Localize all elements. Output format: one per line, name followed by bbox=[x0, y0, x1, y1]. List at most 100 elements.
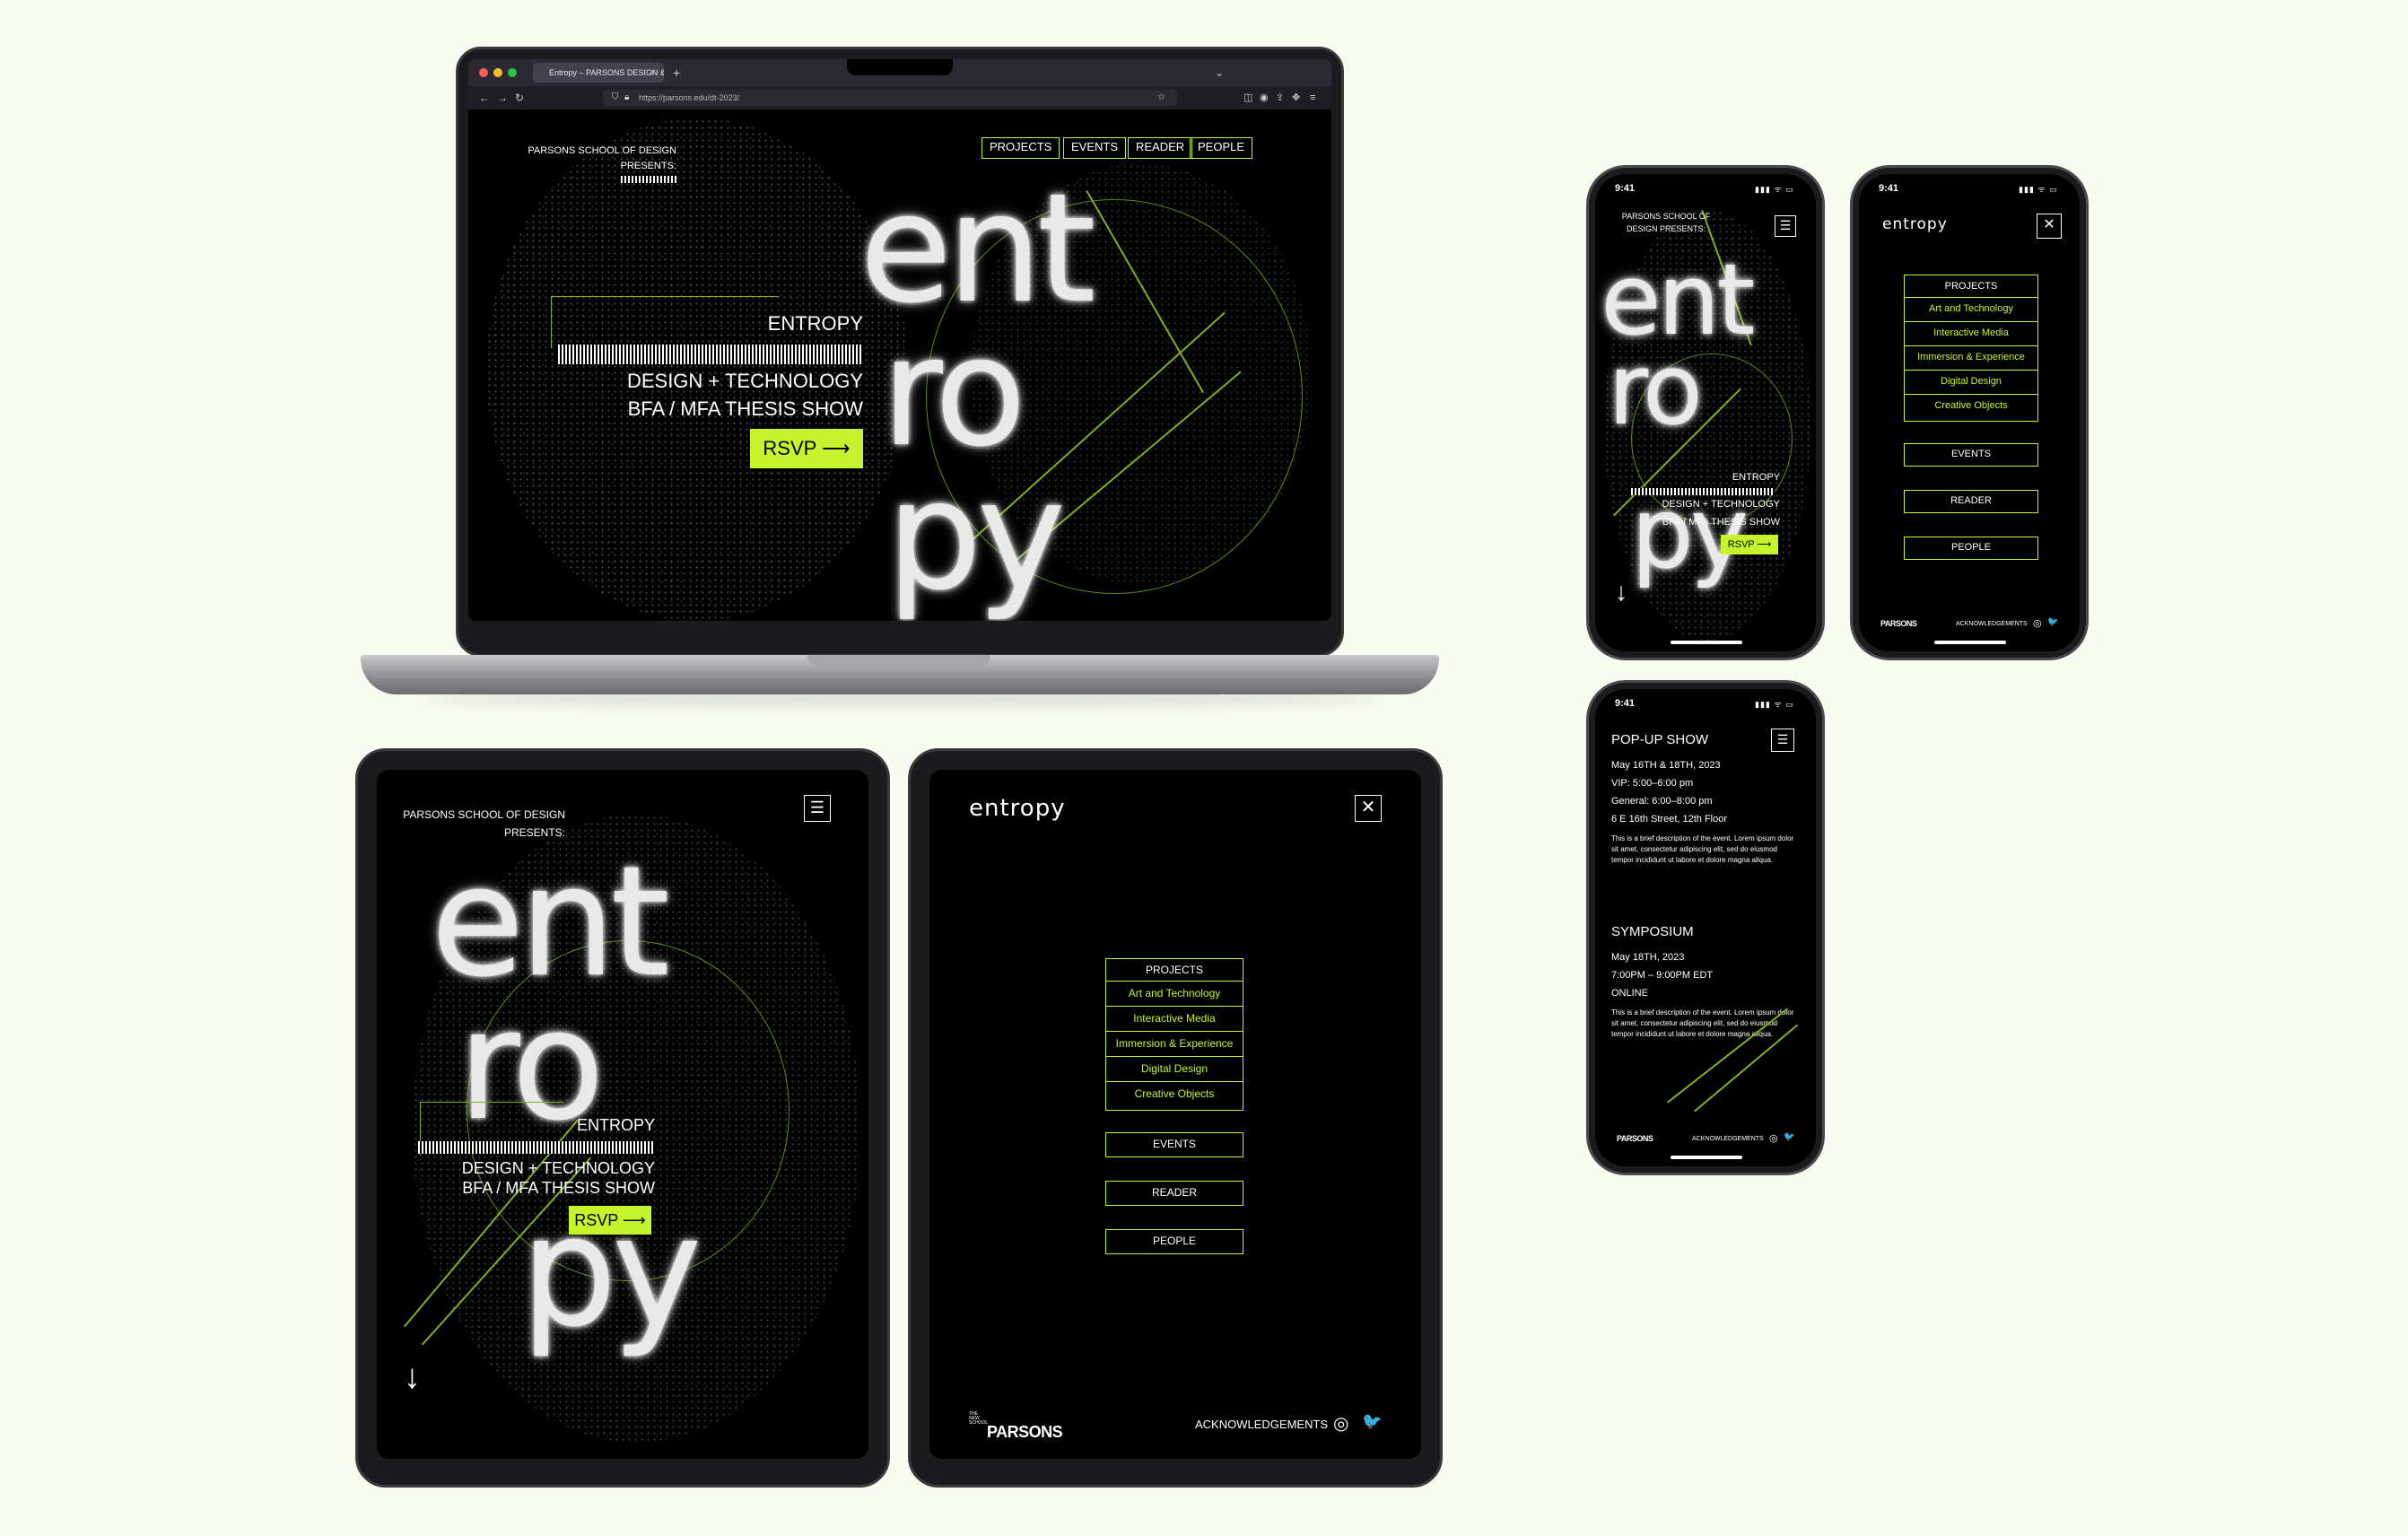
event-time: VIP: 5:00–6:00 pm bbox=[1611, 778, 1694, 789]
acknowledgements-link[interactable]: ACKNOWLEDGEMENTS bbox=[1195, 1418, 1328, 1431]
hamburger-icon[interactable]: ☰ bbox=[804, 795, 831, 822]
website-hero: PARSONS SCHOOL OF DESIGN PRESENTS: PROJE… bbox=[468, 109, 1331, 621]
menu-projects[interactable]: PROJECTS bbox=[1905, 275, 2037, 297]
acknowledgements-link[interactable]: ACKNOWLEDGEMENTS bbox=[1692, 1136, 1764, 1142]
menu-events[interactable]: EVENTS bbox=[1105, 1132, 1243, 1157]
forward-icon[interactable]: → bbox=[497, 86, 508, 109]
shield-icon[interactable]: ⛉ bbox=[612, 90, 619, 106]
presenter-text: PARSONS SCHOOL OF DESIGN PRESENTS: bbox=[522, 144, 676, 174]
hatch-bar bbox=[621, 176, 676, 183]
menu-events[interactable]: EVENTS bbox=[1904, 443, 2038, 467]
bookmark-star-icon[interactable]: ☆ bbox=[1157, 90, 1165, 106]
status-icons: ▮▮▮ ᯤ ▭ bbox=[2019, 185, 2058, 194]
rsvp-label: RSVP bbox=[1727, 539, 1755, 550]
puzzle-icon[interactable]: ✥ bbox=[1292, 86, 1300, 109]
reload-icon[interactable]: ↻ bbox=[515, 86, 524, 109]
new-tab-icon[interactable]: + bbox=[673, 63, 680, 83]
menu-interactive-media[interactable]: Interactive Media bbox=[1905, 321, 2037, 345]
twitter-icon[interactable]: 🐦 bbox=[1784, 1132, 1794, 1142]
menu-digital-design[interactable]: Digital Design bbox=[1106, 1056, 1243, 1081]
menu-immersion-experience[interactable]: Immersion & Experience bbox=[1905, 345, 2037, 370]
menu-icon[interactable]: ≡ bbox=[1310, 86, 1315, 109]
extension-icon[interactable]: ◉ bbox=[1260, 86, 1269, 109]
window-close-dot[interactable] bbox=[479, 68, 488, 77]
menu-interactive-media[interactable]: Interactive Media bbox=[1106, 1006, 1243, 1031]
nav-people[interactable]: PEOPLE bbox=[1190, 137, 1253, 159]
event-time: General: 6:00–8:00 pm bbox=[1611, 796, 1713, 807]
close-icon[interactable]: ✕ bbox=[2037, 214, 2062, 239]
hero-title: ENTROPY bbox=[576, 1116, 655, 1134]
acknowledgements-link[interactable]: ACKNOWLEDGEMENTS bbox=[1956, 621, 2028, 627]
twitter-icon[interactable]: 🐦 bbox=[1362, 1412, 1382, 1431]
share-icon[interactable]: ⇪ bbox=[1276, 86, 1284, 109]
arrow-right-icon: ⟶ bbox=[822, 437, 851, 459]
menu-people[interactable]: PEOPLE bbox=[1105, 1229, 1243, 1254]
address-bar[interactable]: https://parsons.edu/dt-2023/ bbox=[603, 90, 1177, 106]
nav-projects[interactable]: PROJECTS bbox=[982, 137, 1060, 159]
entropy-logo[interactable]: entropy bbox=[1882, 215, 1948, 233]
entropy-wordmark-art: py bbox=[886, 448, 1066, 621]
close-icon[interactable]: ✕ bbox=[1355, 795, 1382, 822]
nav-events[interactable]: EVENTS bbox=[1063, 137, 1127, 159]
menu-art-and-technology[interactable]: Art and Technology bbox=[1905, 297, 2037, 321]
twitter-icon[interactable]: 🐦 bbox=[2047, 617, 2058, 627]
instagram-icon[interactable]: ◎ bbox=[2033, 617, 2042, 629]
projects-menu-group: PROJECTS Art and Technology Interactive … bbox=[1105, 958, 1243, 1111]
presenter-line: PARSONS SCHOOL OF DESIGN bbox=[403, 808, 565, 821]
arrow-right-icon: ⟶ bbox=[1757, 539, 1772, 550]
entropy-wordmark-art: ent bbox=[431, 833, 670, 1011]
menu-projects[interactable]: PROJECTS bbox=[1106, 959, 1243, 981]
event-title: SYMPOSIUM bbox=[1611, 924, 1694, 939]
menu-reader[interactable]: READER bbox=[1105, 1181, 1243, 1206]
chevron-down-icon[interactable]: ⌄ bbox=[1215, 63, 1224, 83]
menu-reader[interactable]: READER bbox=[1904, 490, 2038, 513]
menu-digital-design[interactable]: Digital Design bbox=[1905, 370, 2037, 394]
tab-close-icon[interactable]: × bbox=[650, 63, 655, 83]
menu-people[interactable]: PEOPLE bbox=[1904, 537, 2038, 560]
back-icon[interactable]: ← bbox=[479, 86, 490, 109]
entropy-logo[interactable]: entropy bbox=[969, 795, 1066, 822]
menu-creative-objects[interactable]: Creative Objects bbox=[1905, 394, 2037, 418]
hero-title: ENTROPY bbox=[767, 312, 863, 335]
tablet-screen-hero: PARSONS SCHOOL OF DESIGN PRESENTS: ☰ ent… bbox=[377, 770, 868, 1459]
instagram-icon[interactable]: ◎ bbox=[1333, 1412, 1348, 1435]
rsvp-button[interactable]: RSVP ⟶ bbox=[569, 1206, 651, 1235]
lock-icon[interactable]: 🔒︎ bbox=[624, 90, 629, 106]
scroll-down-arrow-icon[interactable]: ↓ bbox=[404, 1358, 421, 1397]
parsons-logo[interactable]: PARSONS bbox=[1880, 619, 1917, 628]
menu-art-and-technology[interactable]: Art and Technology bbox=[1106, 981, 1243, 1006]
hero-subtitle: BFA / MFA THESIS SHOW bbox=[627, 397, 863, 420]
menu-creative-objects[interactable]: Creative Objects bbox=[1106, 1081, 1243, 1106]
entropy-wordmark-art: ro bbox=[1608, 332, 1703, 447]
presenter-text: PARSONS SCHOOL OF DESIGN PRESENTS: bbox=[1608, 210, 1724, 235]
nav-reader[interactable]: READER bbox=[1128, 137, 1193, 159]
status-time: 9:41 bbox=[1615, 698, 1636, 709]
event-date: May 16TH & 18TH, 2023 bbox=[1611, 760, 1721, 771]
scroll-down-arrow-icon[interactable]: ↓ bbox=[1615, 578, 1627, 607]
rsvp-button[interactable]: RSVP ⟶ bbox=[1721, 535, 1778, 554]
camera-notch bbox=[847, 59, 953, 75]
phone-screen-menu: 9:41 ▮▮▮ ᯤ ▭ entropy ✕ PROJECTS Art and … bbox=[1859, 174, 2080, 651]
parsons-logo[interactable]: PARSONS bbox=[987, 1423, 1063, 1442]
instagram-icon[interactable]: ◎ bbox=[1769, 1132, 1778, 1144]
parsons-logo[interactable]: PARSONS bbox=[1617, 1134, 1653, 1143]
window-minimize-dot[interactable] bbox=[493, 68, 502, 77]
menu-immersion-experience[interactable]: Immersion & Experience bbox=[1106, 1031, 1243, 1056]
browser-tab[interactable]: Entropy – PARSONS DESIGN & bbox=[533, 63, 664, 83]
home-indicator bbox=[1671, 641, 1742, 644]
laptop-trackpad-notch bbox=[807, 655, 990, 668]
tablet-screen-menu: entropy ✕ PROJECTS Art and Technology In… bbox=[929, 770, 1421, 1459]
hero-title: ENTROPY bbox=[1732, 472, 1780, 483]
hatch-bar bbox=[558, 345, 863, 364]
event-card: POP-UP SHOW May 16TH & 18TH, 2023 VIP: 5… bbox=[1611, 732, 1800, 866]
event-description: This is a brief description of the event… bbox=[1611, 1008, 1794, 1038]
hero-subtitle: DESIGN + TECHNOLOGY bbox=[461, 1159, 655, 1177]
presenter-line: PRESENTS: bbox=[620, 161, 676, 171]
dynamic-island bbox=[1674, 696, 1737, 712]
hamburger-icon[interactable]: ☰ bbox=[1775, 215, 1796, 237]
window-zoom-dot[interactable] bbox=[508, 68, 517, 77]
entropy-wordmark-art: ent bbox=[859, 161, 1096, 336]
phone-screen-events: 9:41 ▮▮▮ ᯤ ▭ ☰ POP-UP SHOW May 16TH & 18… bbox=[1595, 689, 1816, 1166]
rsvp-button[interactable]: RSVP ⟶ bbox=[750, 429, 863, 468]
pocket-icon[interactable]: ◫ bbox=[1243, 86, 1252, 109]
